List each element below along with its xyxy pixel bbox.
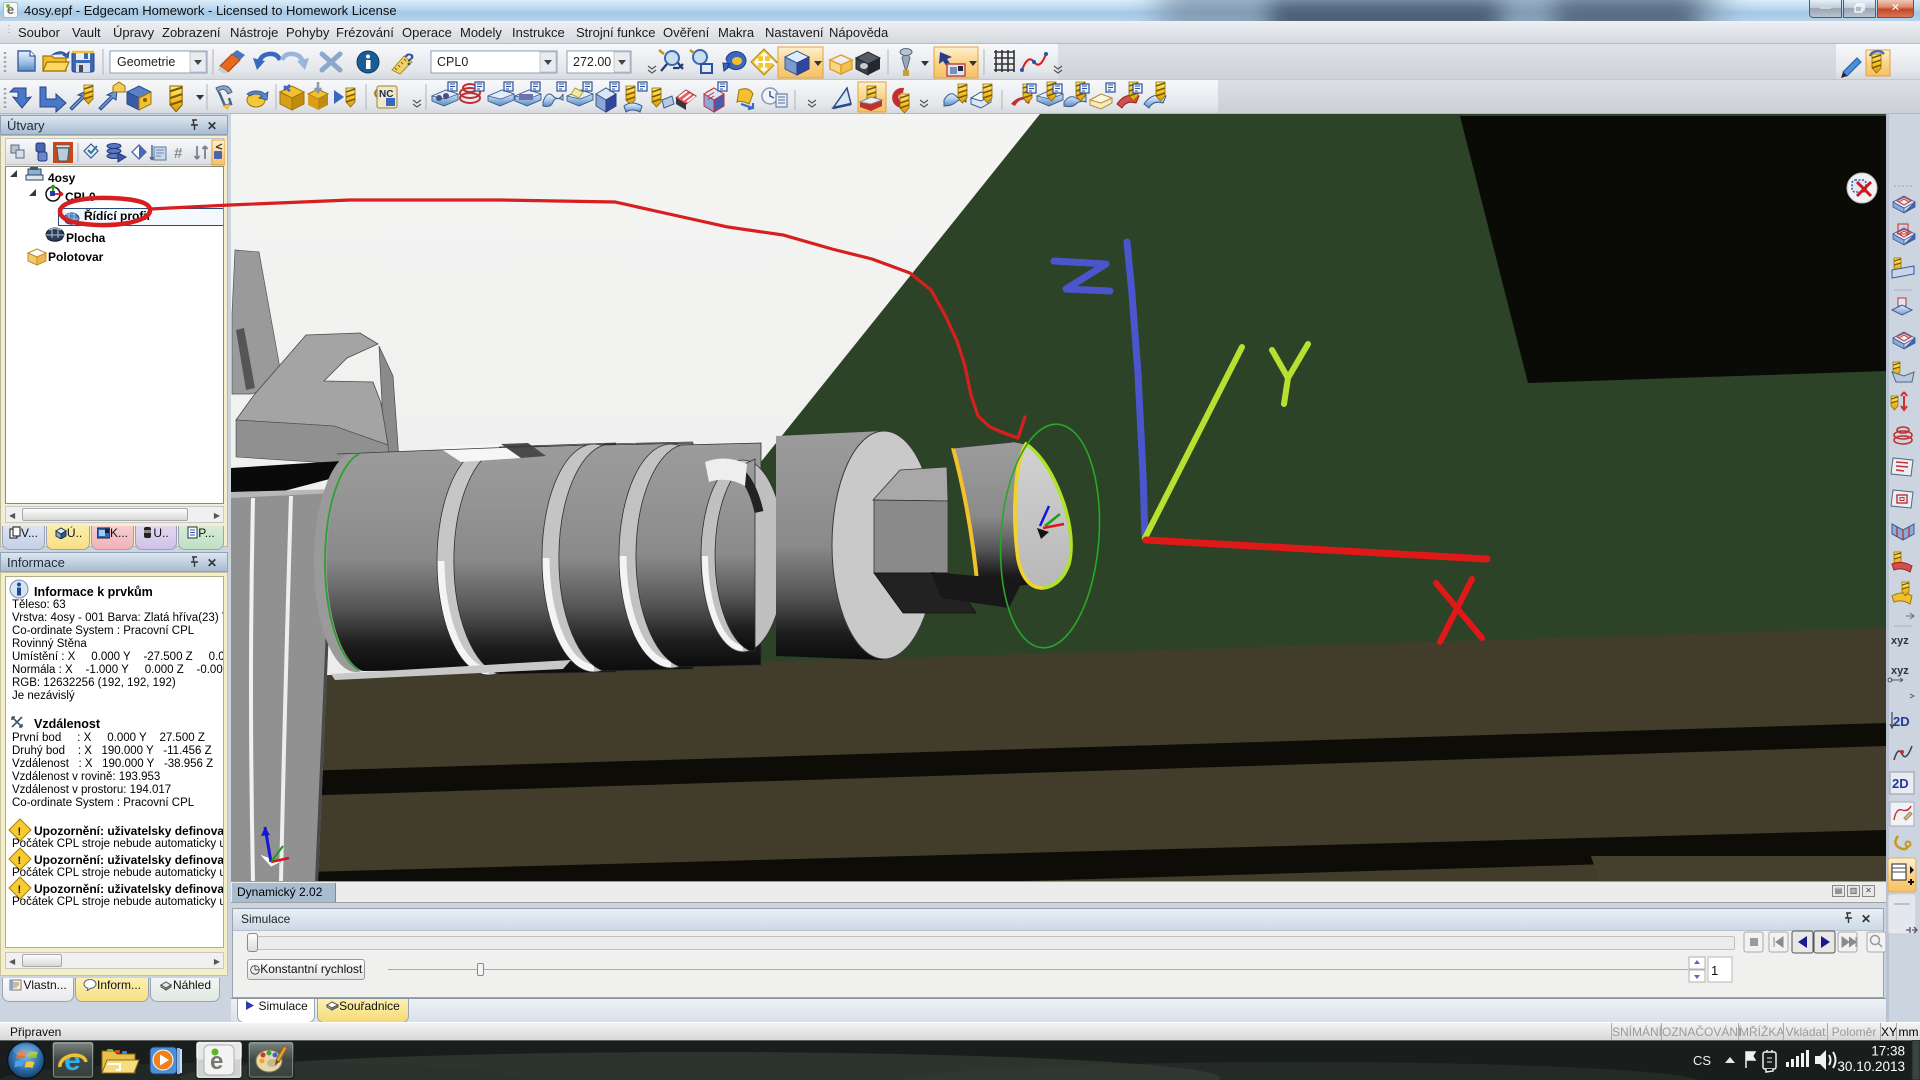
svg-text:2D: 2D [1893, 714, 1910, 729]
svg-text:2D: 2D [1892, 776, 1909, 791]
svg-text:CPL0: CPL0 [437, 55, 468, 69]
svg-text:CS: CS [1693, 1053, 1711, 1068]
svg-text:Geometrie: Geometrie [117, 55, 175, 69]
svg-text:xyz: xyz [1891, 665, 1909, 677]
svg-text:30.10.2013: 30.10.2013 [1837, 1059, 1905, 1074]
svg-text:?: ? [404, 50, 414, 69]
svg-text:!: ! [18, 826, 22, 838]
svg-text:17:38: 17:38 [1871, 1044, 1905, 1059]
svg-text:e: e [64, 1044, 81, 1077]
svg-text:1: 1 [1711, 963, 1718, 978]
svg-text:xyz: xyz [1891, 635, 1909, 647]
svg-text:272.00: 272.00 [573, 55, 611, 69]
svg-text:#: # [174, 145, 183, 162]
